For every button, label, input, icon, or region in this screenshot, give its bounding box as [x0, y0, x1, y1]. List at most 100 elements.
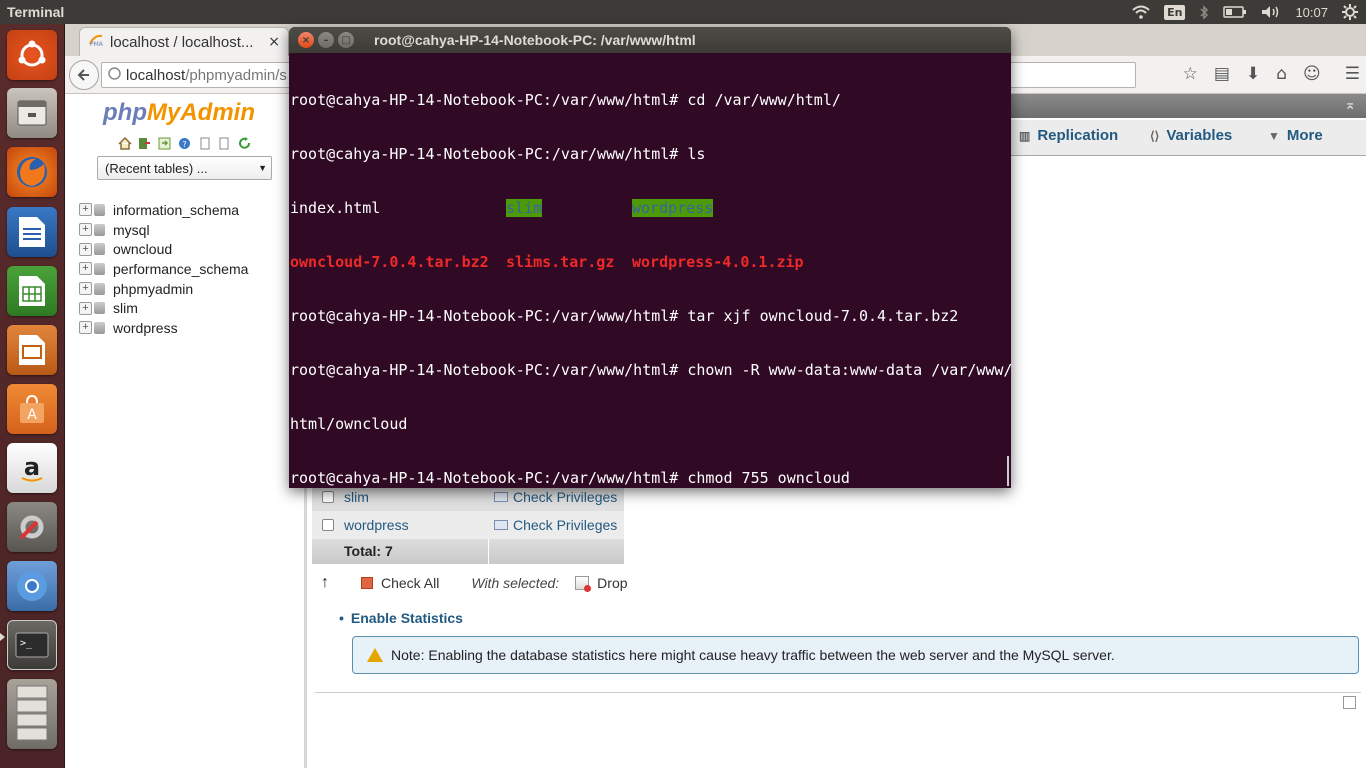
- bookmark-star-icon[interactable]: ☆: [1183, 64, 1198, 84]
- bluetooth-icon[interactable]: [1199, 4, 1209, 20]
- replication-icon: ▥: [1019, 128, 1031, 143]
- settings-icon[interactable]: [217, 136, 232, 151]
- svg-text:PMA: PMA: [90, 41, 104, 47]
- expand-icon[interactable]: +: [79, 321, 92, 335]
- downloads-icon[interactable]: ⬇: [1246, 64, 1260, 84]
- docs-icon[interactable]: [197, 136, 212, 151]
- terminal-window[interactable]: × – □ root@cahya-HP-14-Notebook-PC: /var…: [289, 27, 1011, 488]
- battery-icon[interactable]: [1223, 6, 1247, 18]
- database-icon: [94, 321, 105, 334]
- pma-navigation-panel: phpMyAdmin ? (Recent tables) ... ▼ + info…: [65, 94, 307, 768]
- menu-icon[interactable]: ☰: [1345, 64, 1360, 84]
- pma-quick-icons: ?: [117, 136, 252, 151]
- database-item[interactable]: + slim: [79, 298, 248, 318]
- tab-more[interactable]: ▼ More: [1268, 127, 1323, 144]
- recent-tables-select[interactable]: (Recent tables) ... ▼: [97, 156, 272, 180]
- terminal-icon[interactable]: >_: [7, 620, 57, 670]
- console-icon[interactable]: [1343, 696, 1356, 709]
- dir-slim: slim: [506, 199, 543, 217]
- row-checkbox[interactable]: [322, 519, 334, 531]
- table-row: wordpress Check Privileges: [312, 511, 624, 539]
- help-icon[interactable]: ?: [177, 136, 192, 151]
- total-row: Total: 7: [312, 539, 624, 564]
- wifi-icon[interactable]: [1132, 5, 1150, 19]
- chevron-down-icon: ▼: [258, 163, 267, 173]
- expand-icon[interactable]: +: [79, 223, 92, 237]
- check-privileges-link[interactable]: Check Privileges: [494, 517, 617, 533]
- check-all-icon[interactable]: [361, 577, 373, 589]
- logout-icon[interactable]: [137, 136, 152, 151]
- libreoffice-writer-icon[interactable]: [7, 207, 57, 257]
- terminal-scrollbar[interactable]: [1007, 456, 1009, 486]
- bullet-icon: •: [339, 610, 344, 626]
- files-icon[interactable]: [7, 88, 57, 138]
- expand-icon[interactable]: +: [79, 301, 92, 315]
- home-icon[interactable]: [117, 136, 132, 151]
- enable-statistics-link[interactable]: Enable Statistics: [351, 610, 463, 626]
- database-icon: [94, 243, 105, 256]
- database-icon: [94, 282, 105, 295]
- amazon-icon[interactable]: a: [7, 443, 57, 493]
- tab-replication[interactable]: ▥ Replication: [1019, 127, 1118, 144]
- expand-icon[interactable]: +: [79, 282, 92, 296]
- bulk-action-bar: ↑ Check All With selected: Drop: [321, 574, 628, 592]
- maximize-icon[interactable]: □: [338, 32, 354, 48]
- database-item[interactable]: + owncloud: [79, 239, 248, 259]
- database-item[interactable]: + mysql: [79, 220, 248, 240]
- terminal-title: root@cahya-HP-14-Notebook-PC: /var/www/h…: [374, 32, 696, 48]
- expand-icon[interactable]: +: [79, 203, 92, 217]
- volume-icon[interactable]: [1261, 5, 1281, 19]
- database-link[interactable]: wordpress: [344, 517, 484, 533]
- pma-logo[interactable]: phpMyAdmin: [103, 99, 255, 127]
- minimize-icon[interactable]: –: [318, 32, 334, 48]
- reading-list-icon[interactable]: ▤: [1214, 64, 1230, 84]
- site-info-icon[interactable]: [108, 66, 121, 84]
- chat-icon[interactable]: ☺: [1303, 64, 1321, 84]
- check-all-link[interactable]: Check All: [381, 575, 439, 591]
- total-count: Total: 7: [344, 539, 489, 564]
- firefox-icon[interactable]: [7, 147, 57, 197]
- chevron-down-icon: ▼: [1268, 128, 1280, 143]
- check-privileges-link[interactable]: Check Privileges: [494, 489, 617, 505]
- gear-icon[interactable]: [1342, 4, 1358, 20]
- row-checkbox[interactable]: [322, 491, 334, 503]
- database-icon: [94, 302, 105, 315]
- database-item[interactable]: + wordpress: [79, 318, 248, 338]
- browser-tab[interactable]: PMA localhost / localhost... ×: [79, 27, 289, 56]
- notice-box: Note: Enabling the database statistics h…: [352, 636, 1359, 674]
- tab-close-button[interactable]: ×: [268, 34, 280, 50]
- collapse-icon[interactable]: ⌅: [1344, 97, 1356, 113]
- ubuntu-dash-icon[interactable]: [7, 30, 57, 80]
- terminal-line: root@cahya-HP-14-Notebook-PC:/var/www/ht…: [290, 145, 706, 163]
- libreoffice-impress-icon[interactable]: [7, 325, 57, 375]
- close-icon[interactable]: ×: [298, 32, 314, 48]
- expand-icon[interactable]: +: [79, 262, 92, 276]
- database-link[interactable]: slim: [344, 489, 484, 505]
- terminal-titlebar[interactable]: × – □ root@cahya-HP-14-Notebook-PC: /var…: [289, 27, 1011, 53]
- libreoffice-calc-icon[interactable]: [7, 266, 57, 316]
- database-item[interactable]: + performance_schema: [79, 259, 248, 279]
- drop-icon[interactable]: [575, 576, 592, 592]
- system-settings-icon[interactable]: [7, 502, 57, 552]
- database-item[interactable]: + information_schema: [79, 200, 248, 220]
- keyboard-layout-indicator[interactable]: En: [1164, 4, 1186, 20]
- reload-icon[interactable]: [237, 136, 252, 151]
- home-icon[interactable]: ⌂: [1276, 64, 1287, 84]
- chromium-icon[interactable]: [7, 561, 57, 611]
- privileges-icon: [494, 520, 508, 530]
- arrow-up-icon: ↑: [321, 574, 329, 591]
- tab-variables[interactable]: ⟨⟩ Variables: [1150, 127, 1232, 144]
- database-item[interactable]: + phpmyadmin: [79, 279, 248, 299]
- software-center-icon[interactable]: A: [7, 384, 57, 434]
- svg-text:?: ?: [182, 140, 186, 149]
- workspaces-icon[interactable]: [7, 679, 57, 749]
- terminal-line: root@cahya-HP-14-Notebook-PC:/var/www/ht…: [290, 361, 1011, 379]
- query-window-icon[interactable]: [157, 136, 172, 151]
- drop-button[interactable]: Drop: [597, 575, 627, 591]
- pma-favicon-icon: PMA: [88, 33, 104, 51]
- expand-icon[interactable]: +: [79, 242, 92, 256]
- terminal-output[interactable]: root@cahya-HP-14-Notebook-PC:/var/www/ht…: [290, 55, 1011, 488]
- back-button[interactable]: [69, 60, 99, 90]
- active-app-indicator: [0, 633, 5, 641]
- clock[interactable]: 10:07: [1295, 5, 1328, 20]
